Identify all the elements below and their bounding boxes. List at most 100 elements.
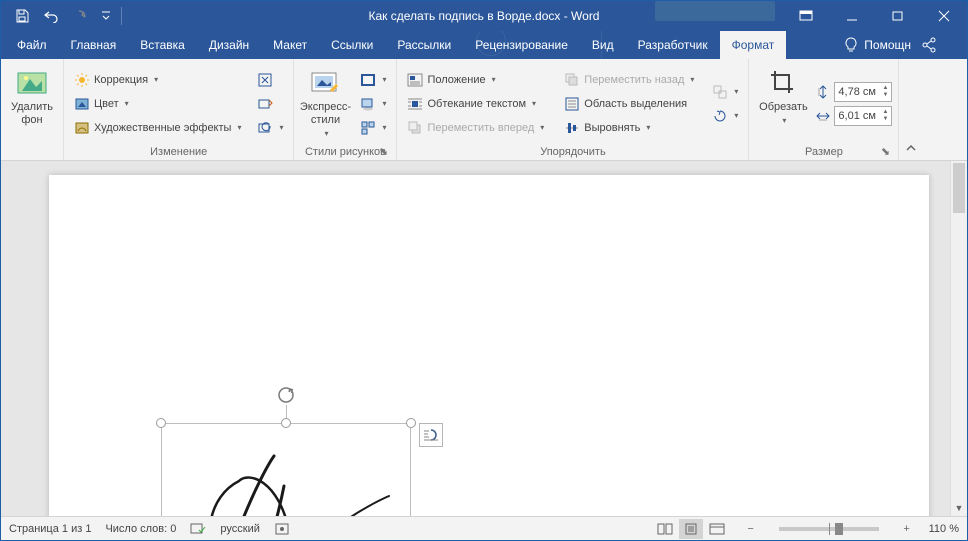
redo-icon[interactable] — [69, 4, 95, 28]
tab-home[interactable]: Главная — [59, 31, 129, 59]
layout-options-icon — [422, 426, 440, 444]
rotate-handle-icon[interactable] — [276, 385, 296, 405]
ribbon-display-icon[interactable] — [783, 1, 829, 31]
color-button[interactable]: Цвет▾ — [70, 93, 245, 115]
tab-view[interactable]: Вид — [580, 31, 626, 59]
dialog-launcher-icon[interactable]: ⬊ — [878, 144, 892, 158]
maximize-icon[interactable] — [875, 1, 921, 31]
spellcheck-icon[interactable] — [190, 522, 206, 536]
zoom-level[interactable]: 110 % — [929, 523, 959, 535]
minimize-icon[interactable] — [829, 1, 875, 31]
dialog-launcher-icon[interactable]: ⬊ — [376, 144, 390, 158]
group-size: Обрезать▾ 4,78 см▲▼ 6,01 см▲▼ Размер⬊ — [749, 59, 899, 160]
web-layout-icon[interactable] — [705, 519, 729, 539]
remove-bg-button[interactable]: Удалить фон — [7, 63, 57, 156]
tab-review[interactable]: Рецензирование — [463, 31, 580, 59]
crop-button[interactable]: Обрезать▾ — [755, 63, 811, 144]
height-input[interactable]: 4,78 см▲▼ — [834, 82, 892, 102]
close-icon[interactable] — [921, 1, 967, 31]
tab-format[interactable]: Формат — [720, 31, 787, 59]
resize-handle[interactable] — [156, 418, 166, 428]
reset-pic-button[interactable]: ▾ — [253, 117, 287, 139]
brightness-icon — [74, 72, 90, 88]
wrap-text-button[interactable]: Обтекание текстом▾ — [403, 93, 548, 115]
effects-icon — [360, 96, 376, 112]
save-icon[interactable] — [9, 4, 35, 28]
group-remove-bg: Удалить фон — [1, 59, 64, 160]
color-icon — [74, 96, 90, 112]
macro-icon[interactable] — [274, 522, 290, 536]
quick-styles-icon — [309, 67, 341, 99]
width-icon — [815, 108, 831, 124]
vertical-scrollbar[interactable]: ▲ ▼ — [950, 161, 967, 516]
ribbon-tabs: Файл Главная Вставка Дизайн Макет Ссылки… — [1, 31, 967, 59]
compress-icon — [257, 72, 273, 88]
tab-design[interactable]: Дизайн — [197, 31, 261, 59]
quick-styles-button[interactable]: Экспресс-стили▾ — [300, 63, 350, 144]
zoom-out-button[interactable]: − — [743, 523, 759, 535]
group-picture-styles: Экспресс-стили▾ ▾ ▾ ▾ Стили рисунков⬊ — [294, 59, 397, 160]
zoom-thumb[interactable] — [835, 523, 843, 535]
width-input[interactable]: 6,01 см▲▼ — [834, 106, 892, 126]
share-button[interactable] — [921, 37, 937, 53]
document-area[interactable]: ▲ ▼ — [1, 161, 967, 516]
tab-mailings[interactable]: Рассылки — [385, 31, 463, 59]
artistic-icon — [74, 120, 90, 136]
picture-border-button[interactable]: ▾ — [356, 69, 390, 91]
scroll-down-icon[interactable]: ▼ — [951, 499, 967, 516]
tab-insert[interactable]: Вставка — [128, 31, 197, 59]
tab-references[interactable]: Ссылки — [319, 31, 385, 59]
tab-layout[interactable]: Макет — [261, 31, 319, 59]
artistic-button[interactable]: Художественные эффекты▾ — [70, 117, 245, 139]
compress-button[interactable] — [253, 69, 287, 91]
user-account[interactable] — [655, 1, 775, 21]
quick-access-toolbar — [1, 4, 126, 28]
align-button[interactable]: Выровнять▾ — [560, 117, 698, 139]
word-count[interactable]: Число слов: 0 — [105, 523, 176, 535]
read-mode-icon[interactable] — [653, 519, 677, 539]
print-layout-icon[interactable] — [679, 519, 703, 539]
language-status[interactable]: русский — [220, 523, 259, 535]
rotate-button[interactable]: ▾ — [708, 105, 742, 127]
corrections-button[interactable]: Коррекция▾ — [70, 69, 245, 91]
window-title: Как сделать подпись в Ворде.docx - Word — [369, 9, 600, 23]
picture-effects-button[interactable]: ▾ — [356, 93, 390, 115]
height-icon — [815, 84, 831, 100]
signature-image — [179, 441, 399, 516]
tab-file[interactable]: Файл — [5, 31, 59, 59]
backward-icon — [564, 72, 580, 88]
selection-icon — [564, 96, 580, 112]
send-backward-button[interactable]: Переместить назад▾ — [560, 69, 698, 91]
resize-handle[interactable] — [406, 418, 416, 428]
selected-picture[interactable] — [161, 423, 411, 516]
zoom-slider[interactable] — [779, 527, 879, 531]
group-icon — [712, 84, 728, 100]
title-bar: Как сделать подпись в Ворде.docx - Word — [1, 1, 967, 31]
collapse-ribbon-icon[interactable] — [899, 59, 923, 160]
position-button[interactable]: Положение▾ — [403, 69, 548, 91]
bring-forward-button[interactable]: Переместить вперед▾ — [403, 117, 548, 139]
reset-icon — [257, 120, 273, 136]
resize-handle[interactable] — [281, 418, 291, 428]
border-icon — [360, 72, 376, 88]
ribbon: Удалить фон Коррекция▾ Цвет▾ Художествен… — [1, 59, 967, 161]
zoom-in-button[interactable]: + — [899, 523, 915, 535]
page-status[interactable]: Страница 1 из 1 — [9, 523, 91, 535]
group-button[interactable]: ▾ — [708, 81, 742, 103]
layout-options-button[interactable] — [419, 423, 443, 447]
selection-pane-button[interactable]: Область выделения — [560, 93, 698, 115]
tell-me-button[interactable]: Помощн — [843, 37, 911, 53]
undo-icon[interactable] — [39, 4, 65, 28]
picture-layout-button[interactable]: ▾ — [356, 117, 390, 139]
group-arrange: Положение▾ Обтекание текстом▾ Переместит… — [397, 59, 749, 160]
scroll-thumb[interactable] — [953, 163, 965, 213]
forward-icon — [407, 120, 423, 136]
qat-customize-icon[interactable] — [99, 4, 113, 28]
lightbulb-icon — [843, 37, 859, 53]
change-pic-button[interactable] — [253, 93, 287, 115]
tab-developer[interactable]: Разработчик — [626, 31, 720, 59]
position-icon — [407, 72, 423, 88]
remove-bg-icon — [16, 67, 48, 99]
crop-icon — [767, 67, 799, 99]
change-pic-icon — [257, 96, 273, 112]
